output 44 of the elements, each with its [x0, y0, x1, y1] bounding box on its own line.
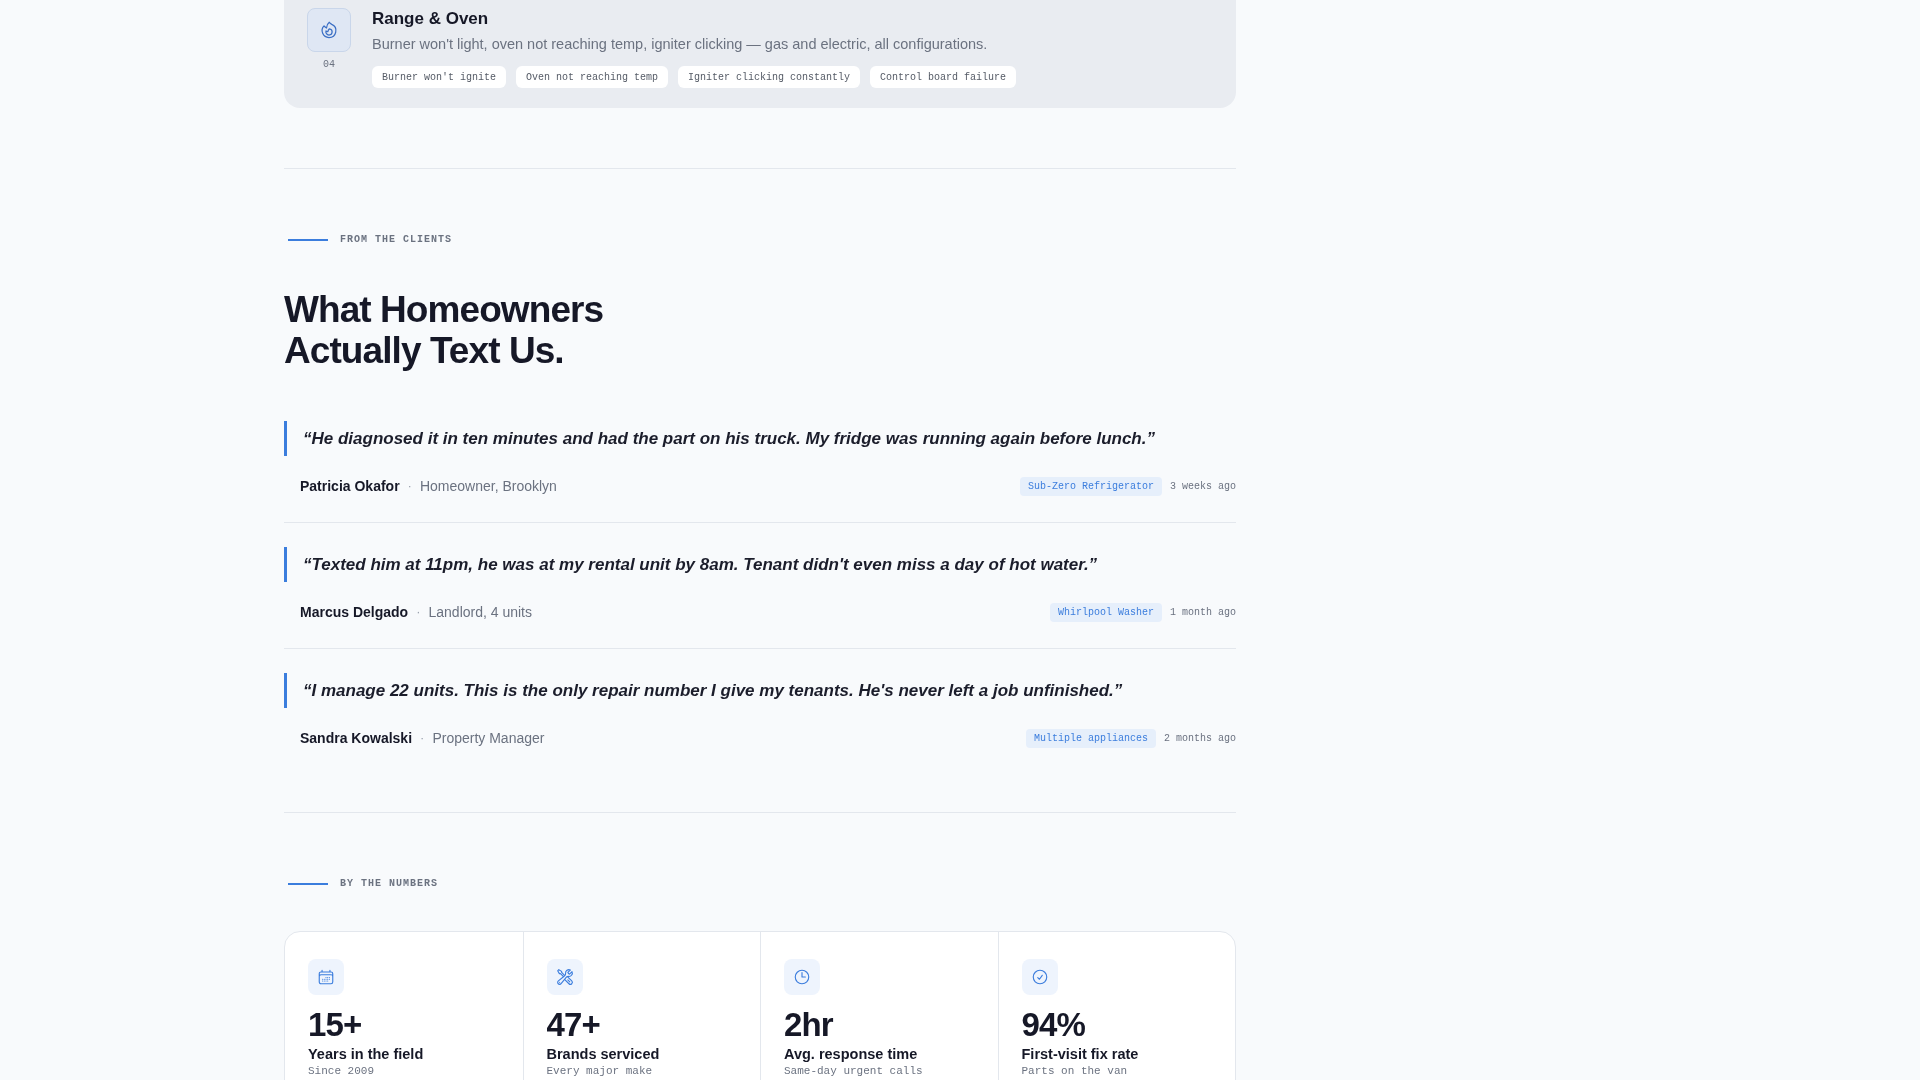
testimonial-quote: “He diagnosed it in ten minutes and had the part on his truck. My fridge was running again before lunch.”	[284, 421, 1236, 456]
time-ago: 2 months ago	[1164, 731, 1236, 746]
clock-icon	[784, 959, 820, 995]
symptom-tag: Igniter clicking constantly	[678, 66, 861, 88]
stat-label: Avg. response time	[784, 1045, 919, 1063]
separator-dot: ·	[407, 477, 412, 496]
stat-value: 47+	[546, 1007, 601, 1043]
appliance-tag: Sub-Zero Refrigerator	[1019, 476, 1162, 496]
wrench-screwdriver-icon	[546, 959, 583, 995]
symptom-tag: Burner won't ignite	[372, 66, 507, 88]
section-heading: What Homeowners Actually Text Us.	[284, 289, 605, 371]
stat-label: First-visit fix rate	[1021, 1045, 1140, 1063]
flame-icon	[307, 8, 351, 52]
separator-dot: ·	[416, 603, 421, 622]
testimonial-quote: “I manage 22 units. This is the only repair number I give my tenants. He's never left a job unfinished.”	[284, 673, 1236, 708]
author-name: Sandra Kowalski	[300, 728, 413, 748]
stat-label: Brands serviced	[546, 1045, 661, 1063]
stat-note: Since 2009	[308, 1065, 375, 1078]
time-ago: 1 month ago	[1170, 605, 1236, 620]
author-role: Landlord, 4 units	[428, 602, 532, 622]
stat-value: 94%	[1021, 1007, 1087, 1043]
eyebrow-label: FROM THE CLIENTS	[340, 233, 452, 247]
testimonial-quote: “Texted him at 11pm, he was at my rental unit by 8am. Tenant didn't even miss a day of hot water.”	[284, 547, 1236, 582]
calendar-icon	[308, 959, 344, 995]
appliance-tag: Multiple appliances	[1025, 728, 1156, 748]
symptom-tag: Oven not reaching temp	[516, 66, 669, 88]
stat-value: 2hr	[784, 1007, 834, 1043]
time-ago: 3 weeks ago	[1170, 479, 1236, 494]
eyebrow-label: BY THE NUMBERS	[340, 877, 438, 891]
stat-note: Same-day urgent calls	[784, 1065, 924, 1078]
author-role: Homeowner, Brooklyn	[419, 476, 557, 496]
author-role: Property Manager	[432, 728, 545, 748]
symptom-tag: Control board failure	[870, 66, 1017, 88]
stat-note: Parts on the van	[1021, 1065, 1129, 1078]
stat-label: Years in the field	[308, 1045, 425, 1063]
stat-note: Every major make	[546, 1065, 654, 1078]
service-title: Range & Oven	[372, 8, 490, 30]
appliance-tag: Whirlpool Washer	[1049, 602, 1162, 622]
service-number: 04	[323, 58, 335, 72]
author-name: Patricia Okafor	[300, 476, 400, 496]
stat-value: 15+	[308, 1007, 363, 1043]
separator-dot: ·	[420, 729, 425, 748]
service-description: Burner won't light, oven not reaching temp, igniter clicking — gas and electric, all configurations.	[372, 35, 989, 54]
author-name: Marcus Delgado	[300, 602, 409, 622]
